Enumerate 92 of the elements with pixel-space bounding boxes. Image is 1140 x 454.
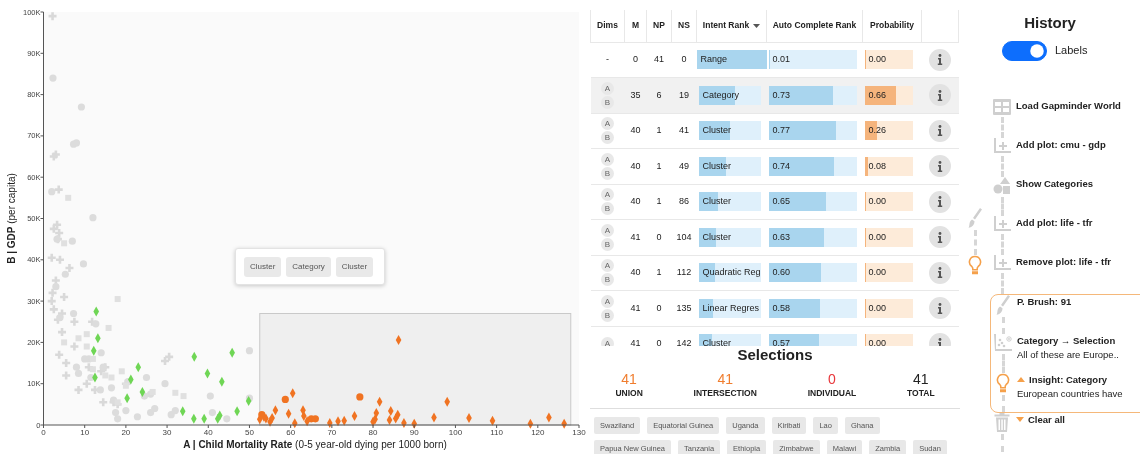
dimension-badge: A — [601, 294, 614, 308]
axis-tick-label: 50 — [245, 428, 254, 436]
axis-tick-label: 110 — [490, 428, 503, 436]
history-note: All of these are Europe.. — [1017, 347, 1119, 362]
bar-label: 0.57 — [771, 338, 791, 346]
table-cell: 1 — [646, 113, 672, 149]
bar-label: 0.08 — [867, 160, 887, 171]
stat-value: 41 — [716, 372, 734, 387]
history-note: European countries have — [1017, 386, 1123, 401]
table-cell: 41 — [624, 219, 647, 255]
dimension-badge: A — [601, 223, 614, 237]
dimension-badge: B — [601, 131, 614, 145]
dimension-badge: B — [601, 166, 614, 180]
table-cell: 0 — [671, 42, 697, 78]
x-axis-title: A | Child Mortality Rate (0-5 year-old dying per 1000 born) — [182, 438, 448, 452]
dimension-badge: A — [601, 152, 614, 166]
stat-label: UNION — [615, 387, 643, 400]
bar-label: Quadratic Reg — [701, 267, 761, 278]
axis-tick-label: 20 — [121, 428, 131, 436]
table-cell: 86 — [671, 184, 697, 220]
table-cell: 49 — [671, 148, 697, 184]
bar-label: Cluster — [701, 196, 731, 207]
dimension-badge: B — [601, 95, 614, 109]
axis-tick-label: 90 — [409, 428, 419, 436]
bar-label: 0.00 — [867, 196, 887, 207]
axis-tick-label: 80 — [368, 428, 378, 436]
stat-label: TOTAL — [907, 387, 935, 400]
axis-tick-label: 0 — [41, 428, 46, 436]
axis-tick-label: 40 — [203, 428, 213, 436]
table-cell: 104 — [671, 219, 697, 255]
stat-value: 41 — [912, 372, 930, 387]
table-cell: 41 — [624, 290, 647, 326]
bar-label: 0.00 — [867, 267, 887, 278]
table-cell: 1 — [646, 184, 672, 220]
stat-label: INDIVIDUAL — [807, 387, 857, 400]
bar-label: 0.74 — [771, 160, 791, 171]
bar-label: 0.00 — [867, 54, 887, 65]
axis-tick-label: 70 — [327, 428, 337, 436]
dimension-badge: B — [601, 237, 614, 251]
toggle-label: Labels — [1055, 43, 1088, 59]
axis-tick-label: 10 — [80, 428, 90, 436]
table-cell: 40 — [624, 184, 647, 220]
bar-label: 0.77 — [771, 125, 791, 136]
axis-tick-label: 120 — [531, 428, 545, 436]
bar-label: 0.00 — [867, 231, 887, 242]
bar-label: 0.00 — [867, 338, 887, 346]
dimension-badge: B — [601, 308, 614, 322]
axis-tick-label: 130 — [572, 428, 586, 436]
dimension-badge: A — [601, 117, 614, 131]
bar-label: Category — [701, 89, 740, 100]
table-cell: 40 — [624, 255, 647, 291]
table-cell: 40 — [624, 148, 647, 184]
bar-label: 0.66 — [867, 89, 887, 100]
stat-value: 41 — [620, 372, 638, 387]
bar-label: 0.58 — [771, 302, 791, 313]
table-cell: 135 — [671, 290, 697, 326]
bar-label: 0.73 — [771, 89, 791, 100]
table-cell: 1 — [646, 255, 672, 291]
table-cell: - — [606, 54, 609, 64]
dimension-badge: B — [601, 202, 614, 216]
bar-label: 0.65 — [771, 196, 791, 207]
table-cell: 0 — [646, 219, 672, 255]
bar-label: Linear Regres — [701, 302, 760, 313]
panel-title: History — [1023, 13, 1077, 33]
y-axis-title: B | GDP (per capita) — [4, 172, 18, 264]
bar-label: Cluster — [701, 160, 731, 171]
bar-label: Cluster — [701, 125, 731, 136]
section-title: Selections — [736, 346, 814, 364]
stat-value: 0 — [827, 372, 837, 387]
bar-label: 0.00 — [867, 302, 887, 313]
dimension-badge: A — [601, 188, 614, 202]
table-cell: 41 — [646, 42, 672, 78]
bar-label: Cluster — [701, 231, 731, 242]
table-cell: 41 — [671, 113, 697, 149]
bar-label: 0.26 — [867, 125, 887, 136]
bar-label: 0.63 — [771, 231, 791, 242]
axis-tick-label: 60 — [286, 428, 296, 436]
bar-label: 0.60 — [771, 267, 791, 278]
table-cell: 0 — [624, 42, 647, 78]
axis-tick-label: 100 — [448, 428, 463, 436]
table-cell: 40 — [624, 113, 647, 149]
table-cell: 0 — [646, 290, 672, 326]
axis-tick-label: 30 — [162, 428, 172, 436]
bar-label: 0.01 — [771, 54, 791, 65]
bar-label: Range — [699, 54, 728, 65]
dimension-badge: A — [601, 259, 614, 273]
stat-label: INTERSECTION — [693, 387, 757, 400]
dimension-badge: B — [601, 273, 614, 287]
table-cell: 1 — [646, 148, 672, 184]
bar-label: Cluster — [701, 338, 731, 346]
dimension-badge: A — [601, 81, 614, 95]
table-cell: 112 — [671, 255, 697, 291]
